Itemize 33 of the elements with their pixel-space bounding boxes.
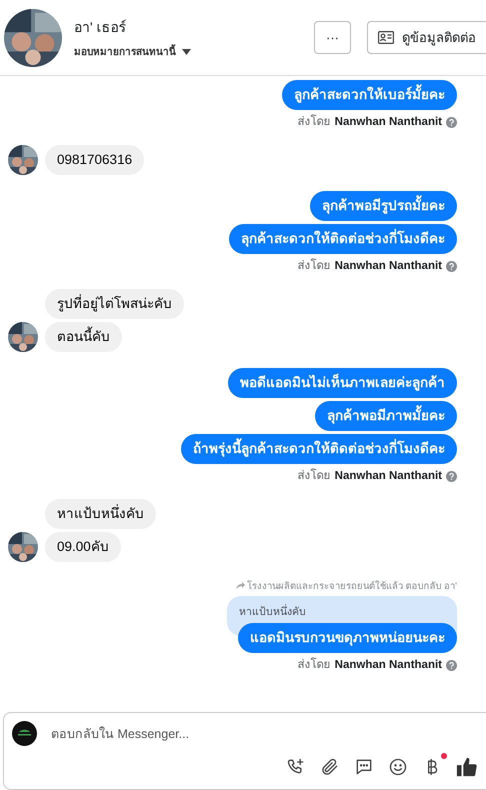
sent-by-text: ส่งโดย Nanwhan Nanthanit <box>298 259 457 273</box>
message-bubble: ถ้าพรุ่งนี้ลูกค้าสะดวกให้ติดต่อช่วงกี่โมงดีคะ <box>181 434 457 464</box>
caret-icon <box>182 48 191 54</box>
contact-card-icon <box>378 31 394 44</box>
message-bubble: ลุกค้าสะดวกให้ติดต่อช่วงกี่โมงดีคะ <box>229 224 457 254</box>
reply-arrow-icon <box>236 582 245 589</box>
contact-name: อา' เธอร์ <box>74 18 128 37</box>
message-bubble: ลูกค้าสะดวกให้เบอร์มั้ยคะ <box>282 80 457 110</box>
message-bubble: พอดีแอดมินไม่เห็นภาพเลยค่ะลูกค้า <box>228 368 457 398</box>
paperclip-icon[interactable] <box>320 757 340 777</box>
message-bubble: แอดมินรบกวนขดุภาพหน่อยนะคะ <box>238 623 457 653</box>
message-bubble: ตอนนี้คับ <box>45 322 122 352</box>
help-icon <box>446 660 457 670</box>
help-icon <box>446 116 457 128</box>
sent-by-text: ส่งโดย Nanwhan Nanthanit <box>298 469 457 483</box>
assign-dropdown[interactable]: มอบหมายการสนทนานี้ <box>74 44 314 59</box>
contact-info-button[interactable]: ดูข้อมูลติดต่อ <box>367 21 486 54</box>
message-bubble: หาแป้บหนึ่งคับ <box>45 499 156 529</box>
message-bubble: 0981706316 <box>45 145 144 175</box>
smiley-icon[interactable] <box>388 757 408 777</box>
message-bubble: ลุกค้าพอมีภาพมั้ยคะ <box>315 401 457 431</box>
reply-note: โรงงานผลิตและกระจายรถยนต์ใช้แล้ว ตอบกลับ อา' <box>246 579 457 593</box>
chat-bubble-icon[interactable] <box>354 757 374 777</box>
sent-by-text: ส่งโดย Nanwhan Nanthanit <box>298 115 457 129</box>
sent-by-text: ส่งโดย Nanwhan Nanthanit <box>298 658 457 672</box>
help-icon <box>446 260 457 272</box>
message-bubble: ลุกค้าพอมีรูปรถมั้ยคะ <box>310 191 457 221</box>
message-bubble: รูปที่อยู่ไต่โพสน่ะคับ <box>45 289 184 319</box>
page-logo-icon <box>12 721 37 746</box>
more-button[interactable]: ··· <box>314 21 351 54</box>
thumbs-up-icon[interactable] <box>456 756 478 778</box>
message-bubble: 09.00คับ <box>45 532 121 562</box>
help-icon <box>446 470 457 482</box>
